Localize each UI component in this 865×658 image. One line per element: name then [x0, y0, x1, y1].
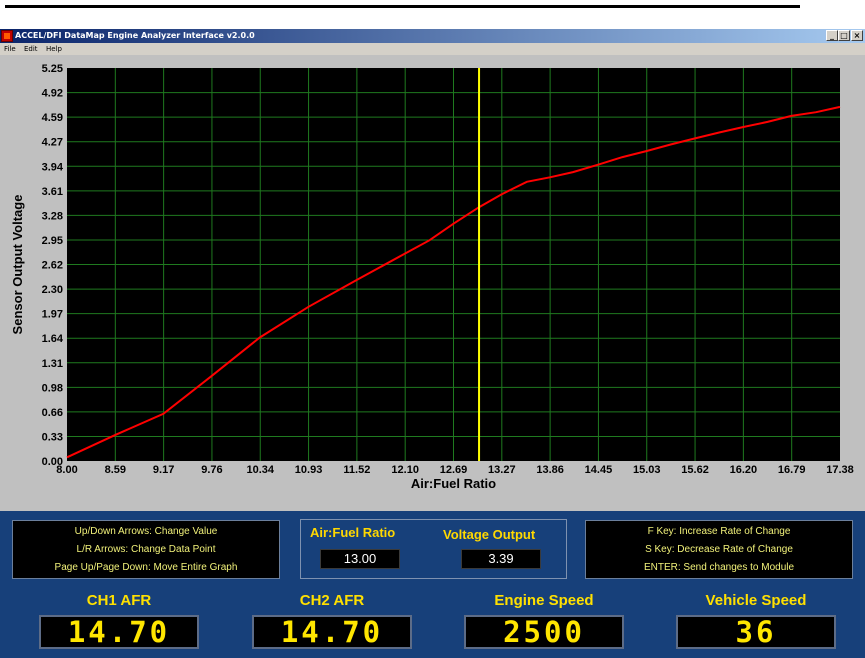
- y-tick-label: 2.62: [42, 260, 63, 272]
- y-tick-label: 4.59: [42, 112, 63, 124]
- y-tick-label: 1.31: [42, 358, 63, 370]
- x-tick-label: 11.52: [343, 464, 370, 476]
- key-help-right: F Key: Increase Rate of Change S Key: De…: [585, 520, 853, 579]
- ch1-afr-value: 14.70: [67, 615, 171, 649]
- maximize-button[interactable]: □: [838, 30, 850, 41]
- x-tick-label: 12.10: [391, 464, 419, 476]
- readout-box: Air:Fuel Ratio Voltage Output 13.00 3.39: [300, 519, 567, 579]
- x-tick-label: 13.86: [536, 464, 564, 476]
- help-line-enter: ENTER: Send changes to Module: [643, 562, 795, 573]
- x-tick-label: 16.20: [730, 464, 758, 476]
- x-tick-label: 12.69: [440, 464, 468, 476]
- close-button[interactable]: ×: [851, 30, 863, 41]
- x-tick-label: 13.27: [488, 464, 516, 476]
- key-help-left: Up/Down Arrows: Change Value L/R Arrows:…: [12, 520, 280, 579]
- y-tick-label: 3.94: [42, 161, 64, 173]
- window-title: ACCEL/DFI DataMap Engine Analyzer Interf…: [15, 31, 255, 40]
- title-bar[interactable]: ACCEL/DFI DataMap Engine Analyzer Interf…: [0, 29, 865, 43]
- x-tick-label: 16.79: [778, 464, 806, 476]
- y-tick-label: 0.00: [42, 456, 63, 468]
- x-tick-labels: 8.00 8.59 9.17 9.76 10.34 10.93 11.52 12.10 12.6…: [56, 464, 853, 476]
- vehicle-speed-value: 36: [735, 615, 777, 649]
- x-tick-label: 10.93: [295, 464, 323, 476]
- graph-area: 8.00 8.59 9.17 9.76 10.34 10.93 11.52 12.10 12.6…: [0, 55, 865, 540]
- help-line-page: Page Up/Page Down: Move Entire Graph: [54, 562, 238, 573]
- vehicle-speed-label: Vehicle Speed: [705, 592, 807, 609]
- y-tick-label: 3.28: [42, 210, 63, 222]
- page-top-rule: [5, 5, 800, 8]
- x-tick-label: 15.62: [681, 464, 709, 476]
- ch2-afr-display: 14.70: [252, 615, 412, 649]
- afr-voltage-chart[interactable]: 8.00 8.59 9.17 9.76 10.34 10.93 11.52 12.10 12.6…: [0, 55, 865, 511]
- x-tick-label: 17.38: [826, 464, 854, 476]
- app-logo-icon: [1, 30, 13, 42]
- help-line-left-right: L/R Arrows: Change Data Point: [76, 544, 216, 555]
- menu-file[interactable]: File: [4, 43, 16, 55]
- help-line-f-key: F Key: Increase Rate of Change: [647, 526, 791, 537]
- y-tick-label: 1.97: [42, 309, 63, 321]
- x-axis-label: Air:Fuel Ratio: [411, 476, 496, 491]
- x-tick-label: 14.45: [585, 464, 613, 476]
- menu-edit[interactable]: Edit: [24, 43, 38, 55]
- y-tick-labels: 0.00 0.33 0.66 0.98 1.31 1.64 1.97 2.30 2.62 2.95…: [42, 63, 64, 468]
- x-tick-label: 9.76: [201, 464, 222, 476]
- afr-readout-value[interactable]: 13.00: [320, 549, 400, 569]
- y-tick-label: 1.64: [42, 333, 64, 345]
- ch1-afr-display: 14.70: [39, 615, 199, 649]
- help-line-up-down: Up/Down Arrows: Change Value: [74, 526, 218, 537]
- ch2-afr-value: 14.70: [280, 615, 384, 649]
- help-line-s-key: S Key: Decrease Rate of Change: [645, 544, 793, 555]
- y-tick-label: 2.95: [42, 235, 63, 247]
- x-tick-label: 9.17: [153, 464, 174, 476]
- control-panel: Up/Down Arrows: Change Value L/R Arrows:…: [0, 511, 865, 658]
- y-tick-label: 2.30: [42, 284, 63, 296]
- voltage-readout-value[interactable]: 3.39: [461, 549, 541, 569]
- ch2-afr-label: CH2 AFR: [299, 592, 365, 609]
- y-tick-label: 4.27: [42, 137, 63, 149]
- y-tick-label: 0.98: [42, 382, 63, 394]
- y-axis-label: Sensor Output Voltage: [10, 195, 25, 335]
- engine-speed-value: 2500: [503, 615, 585, 649]
- x-tick-label: 8.59: [105, 464, 126, 476]
- y-tick-label: 3.61: [42, 186, 63, 198]
- menu-bar: File Edit Help: [0, 43, 865, 55]
- engine-speed-display: 2500: [464, 615, 624, 649]
- minimize-button[interactable]: _: [826, 30, 838, 41]
- y-tick-label: 0.66: [42, 407, 63, 419]
- engine-speed-label: Engine Speed: [494, 592, 594, 609]
- vehicle-speed-display: 36: [676, 615, 836, 649]
- x-tick-label: 10.34: [246, 464, 274, 476]
- afr-readout-label: Air:Fuel Ratio: [310, 525, 396, 540]
- x-tick-label: 15.03: [633, 464, 661, 476]
- voltage-readout-label: Voltage Output: [443, 527, 536, 542]
- y-tick-label: 5.25: [42, 63, 63, 75]
- y-tick-label: 4.92: [42, 88, 63, 100]
- y-tick-label: 0.33: [42, 431, 63, 443]
- ch1-afr-label: CH1 AFR: [86, 592, 152, 609]
- menu-help[interactable]: Help: [46, 43, 62, 55]
- app-window: ACCEL/DFI DataMap Engine Analyzer Interf…: [0, 29, 865, 658]
